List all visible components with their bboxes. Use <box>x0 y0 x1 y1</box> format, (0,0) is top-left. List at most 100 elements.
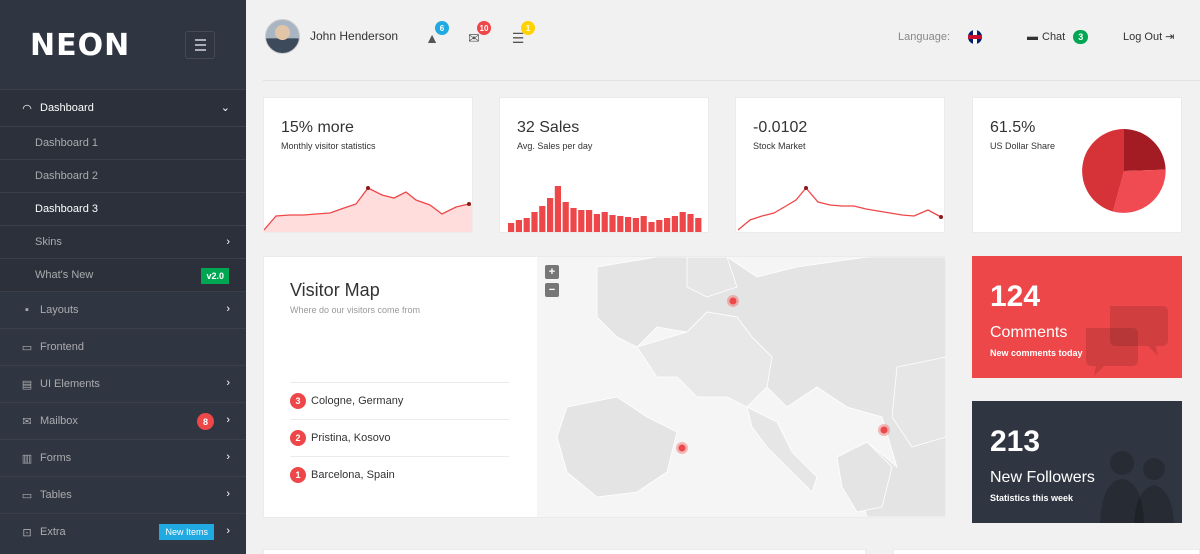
tasks-button[interactable]: ☰ 1 <box>507 21 535 49</box>
sales-bar <box>539 206 546 232</box>
sales-bar <box>648 222 655 232</box>
followers-stat-card: 213 New Followers Statistics this week <box>972 401 1182 523</box>
chevron-right-icon: › <box>226 414 230 426</box>
marker-cologne-dot <box>729 297 737 305</box>
tasks-count-badge: 1 <box>521 21 535 35</box>
gauge-icon: ◠ <box>22 102 32 115</box>
monitor-icon: ▭ <box>21 341 33 354</box>
stat-title: Comments <box>990 324 1068 341</box>
next-panel-edge <box>263 549 866 554</box>
tile-label: Monthly visitor statistics <box>281 141 376 151</box>
user-name[interactable]: John Henderson <box>310 29 398 43</box>
stat-caption: New comments today <box>990 348 1083 358</box>
sales-bar <box>632 218 639 232</box>
chevron-right-icon: › <box>226 377 230 389</box>
user-avatar[interactable] <box>265 19 300 54</box>
chat-button[interactable]: ▬ Chat 3 <box>1027 30 1089 44</box>
tile-label: Stock Market <box>753 141 806 151</box>
sales-bar-sparkline <box>508 186 702 232</box>
sales-bar <box>586 210 593 232</box>
sidebar-item-label: Dashboard 2 <box>35 170 98 182</box>
logout-label: Log Out <box>1123 31 1163 43</box>
chevron-right-icon: › <box>226 451 230 463</box>
sales-bar <box>695 218 702 232</box>
messages-button[interactable]: ✉ 10 <box>463 21 491 49</box>
sidebar-item-label: Dashboard <box>40 102 94 114</box>
tile-value: 32 Sales <box>517 119 580 136</box>
uk-flag-icon[interactable] <box>968 30 982 44</box>
list-item[interactable]: 1 Barcelona, Spain <box>290 456 509 493</box>
map-subtitle: Where do our visitors come from <box>290 305 421 315</box>
sidebar-item-dashboard[interactable]: ◠ Dashboard ⌄ <box>0 89 246 126</box>
dollar-share-pie <box>1082 129 1166 213</box>
tile-value: 61.5% <box>990 119 1036 136</box>
sidebar-item-ui-elements[interactable]: ▤ UI Elements › <box>0 365 246 402</box>
tile-label: US Dollar Share <box>990 141 1056 151</box>
chevron-right-icon: › <box>226 525 230 537</box>
sidebar-item-forms[interactable]: ▥ Forms › <box>0 439 246 476</box>
list-item[interactable]: 2 Pristina, Kosovo <box>290 419 509 456</box>
city-count-badge: 3 <box>290 393 306 409</box>
sales-bar <box>531 212 538 232</box>
sidebar: NEON ◠ Dashboard ⌄ Dashboard 1 Dashboard… <box>0 0 246 554</box>
sidebar-item-dashboard-1[interactable]: Dashboard 1 <box>0 126 246 159</box>
stat-value: 124 <box>990 280 1041 313</box>
stat-title: New Followers <box>990 469 1095 486</box>
tile-label: Avg. Sales per day <box>517 141 593 151</box>
logout-link[interactable]: Log Out ⇥ <box>1123 30 1174 43</box>
comments-icon <box>1086 306 1168 376</box>
list-item[interactable]: 3 Cologne, Germany <box>290 382 509 419</box>
sales-bar <box>562 202 569 232</box>
sidebar-item-label: Mailbox <box>40 415 78 427</box>
sales-bar <box>601 212 608 232</box>
header-divider <box>263 80 1200 81</box>
tile-value: 15% more <box>281 119 354 136</box>
chevron-down-icon: ⌄ <box>220 102 230 114</box>
city-count-badge: 2 <box>290 430 306 446</box>
sales-bar <box>578 210 585 232</box>
europe-map[interactable]: + − <box>537 257 946 517</box>
sales-bar <box>547 198 554 232</box>
visitor-map-panel: Visitor Map Where do our visitors come f… <box>263 256 946 518</box>
language-label: Language: <box>898 31 950 43</box>
sidebar-item-skins[interactable]: Skins › <box>0 225 246 258</box>
sales-bar <box>523 218 530 232</box>
chevron-right-icon: › <box>226 488 230 500</box>
document-icon: ▥ <box>21 452 33 465</box>
sidebar-item-label: What's New <box>35 269 94 281</box>
users-icon <box>1100 451 1174 523</box>
sales-bar <box>664 218 671 232</box>
sidebar-item-label: Skins <box>35 236 62 248</box>
us-dollar-share-tile: 61.5% US Dollar Share <box>972 97 1182 233</box>
sales-bar <box>617 216 624 232</box>
city-name: Pristina, Kosovo <box>311 432 391 444</box>
mailbox-count-badge: 8 <box>197 413 214 430</box>
stat-caption: Statistics this week <box>990 493 1074 503</box>
next-panel-edge <box>893 549 1200 554</box>
alerts-button[interactable]: ▲ 6 <box>421 21 449 49</box>
sidebar-item-dashboard-3[interactable]: Dashboard 3 <box>0 192 246 225</box>
sidebar-item-tables[interactable]: ▭ Tables › <box>0 476 246 513</box>
new-items-badge: New Items <box>159 524 214 540</box>
hamburger-menu-icon[interactable] <box>185 31 215 59</box>
sales-bar <box>609 215 616 232</box>
sales-bar <box>679 212 686 232</box>
sales-bar <box>687 214 694 232</box>
sales-bar <box>640 216 647 232</box>
sidebar-item-extra[interactable]: ⊡ Extra New Items › <box>0 513 246 550</box>
sidebar-nav: ◠ Dashboard ⌄ Dashboard 1 Dashboard 2 Da… <box>0 89 246 550</box>
stock-market-tile: -0.0102 Stock Market <box>735 97 945 233</box>
sidebar-item-layouts[interactable]: ▪ Layouts › <box>0 291 246 328</box>
app-logo[interactable]: NEON <box>30 28 130 63</box>
chevron-right-icon: › <box>226 236 230 248</box>
window-icon: ▭ <box>21 489 33 502</box>
sidebar-item-dashboard-2[interactable]: Dashboard 2 <box>0 159 246 192</box>
map-markers <box>676 295 890 454</box>
sales-tile: 32 Sales Avg. Sales per day <box>499 97 709 233</box>
marker-barcelona-dot <box>678 444 686 452</box>
sidebar-item-frontend[interactable]: ▭ Frontend <box>0 328 246 365</box>
sales-bar <box>656 220 663 232</box>
sidebar-item-whats-new[interactable]: What's New v2.0 <box>0 258 246 291</box>
sidebar-item-mailbox[interactable]: ✉ Mailbox 8 › <box>0 402 246 439</box>
sales-bar <box>508 223 515 232</box>
